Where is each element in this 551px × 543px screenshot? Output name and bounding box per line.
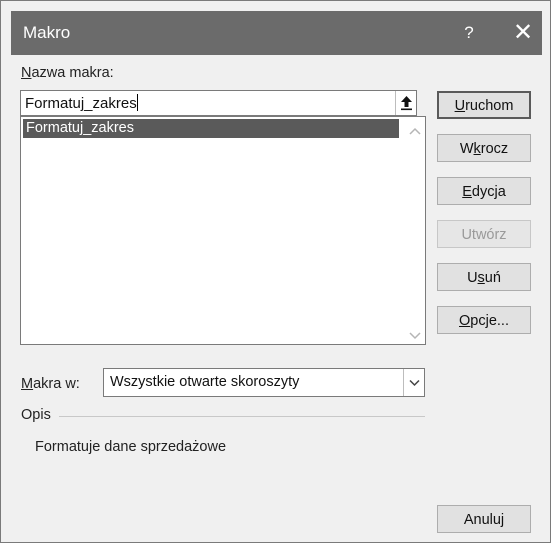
macros-in-select[interactable]: Wszystkie otwarte skoroszyty	[103, 368, 425, 397]
macro-list[interactable]: Formatuj_zakres	[20, 116, 426, 345]
macro-name-input[interactable]: Formatuj_zakres	[20, 90, 417, 116]
vertical-scrollbar[interactable]	[405, 117, 425, 344]
delete-button[interactable]: Usuń	[437, 263, 531, 291]
macro-name-label: Nazwa makra:	[21, 65, 114, 81]
list-item[interactable]: Formatuj_zakres	[23, 119, 399, 138]
chevron-down-icon[interactable]	[409, 327, 421, 340]
run-button[interactable]: Uruchom	[437, 91, 531, 119]
close-button[interactable]: ✕	[507, 17, 539, 49]
window-title: Makro	[23, 23, 71, 42]
description-label: Opis	[21, 407, 51, 423]
cancel-button[interactable]: Anuluj	[437, 505, 531, 533]
chevron-up-icon[interactable]	[409, 124, 421, 135]
text-caret	[136, 94, 138, 111]
macro-dialog: Makro ? ✕ Nazwa makra: Formatuj_zakres F…	[0, 0, 551, 543]
description-text: Formatuje dane sprzedażowe	[35, 439, 227, 455]
help-button[interactable]: ?	[455, 20, 483, 46]
edit-button[interactable]: Edycja	[437, 177, 531, 205]
divider	[59, 416, 425, 417]
chevron-down-icon[interactable]	[403, 369, 424, 396]
dialog-body: Nazwa makra: Formatuj_zakres Formatuj_za…	[11, 55, 542, 534]
create-button[interactable]: Utwórz	[437, 220, 531, 248]
title-bar: Makro ? ✕	[11, 11, 542, 55]
options-button[interactable]: Opcje...	[437, 306, 531, 334]
step-into-button[interactable]: Wkrocz	[437, 134, 531, 162]
macros-in-label: Makra w:	[21, 376, 80, 392]
upload-arrow-icon[interactable]	[395, 91, 416, 115]
